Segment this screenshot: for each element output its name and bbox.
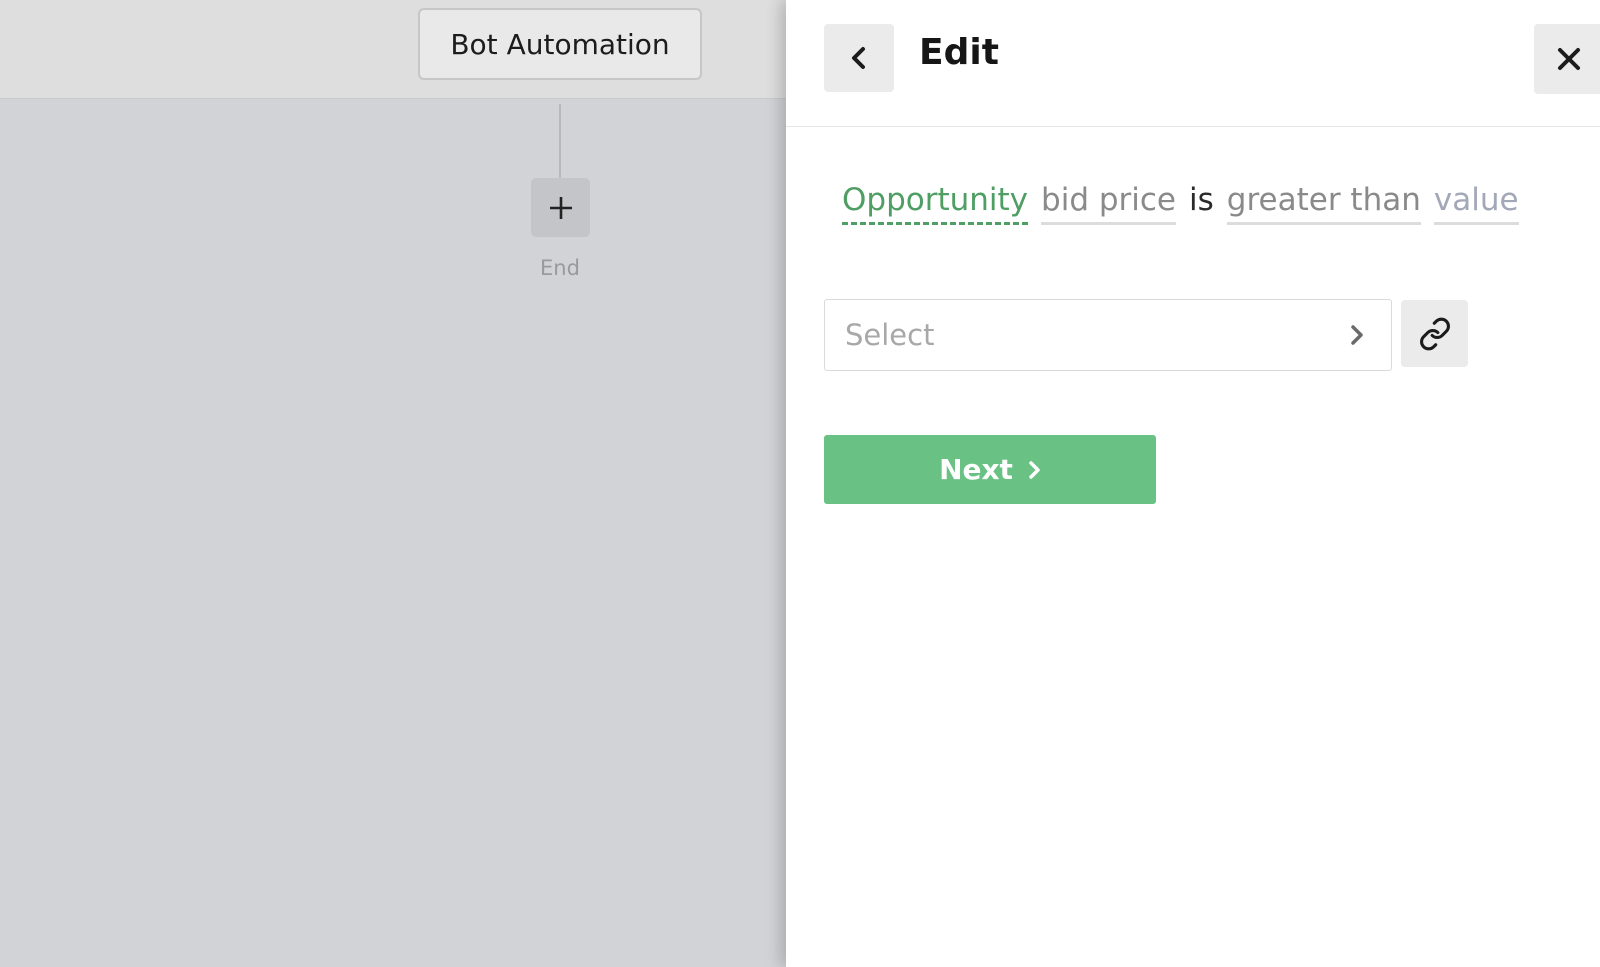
condition-operator: is — [1189, 182, 1214, 218]
edit-panel: Edit Opportunity bid price is greater th… — [786, 0, 1600, 967]
close-button[interactable] — [1534, 24, 1600, 94]
chevron-right-icon — [1027, 460, 1041, 480]
bot-automation-node[interactable]: Bot Automation — [418, 8, 702, 80]
end-label: End — [540, 256, 580, 280]
condition-field[interactable]: bid price — [1041, 182, 1177, 225]
panel-title: Edit — [919, 32, 999, 73]
flow-connector-line — [559, 104, 561, 178]
back-button[interactable] — [824, 24, 894, 92]
value-select[interactable]: Select — [824, 299, 1392, 371]
panel-header: Edit — [786, 0, 1600, 127]
condition-entity[interactable]: Opportunity — [842, 182, 1029, 225]
condition-comparison[interactable]: greater than — [1226, 182, 1421, 225]
chevron-left-icon — [852, 47, 865, 69]
bot-node-label: Bot Automation — [450, 27, 670, 61]
canvas-top-area: Bot Automation — [0, 0, 786, 99]
workflow-canvas: Bot Automation End — [0, 0, 786, 967]
condition-value[interactable]: value — [1433, 182, 1519, 225]
next-button-label: Next — [939, 453, 1013, 486]
close-icon — [1558, 48, 1580, 70]
link-value-button[interactable] — [1401, 300, 1468, 367]
plus-icon — [549, 196, 572, 219]
link-icon — [1419, 317, 1450, 350]
select-placeholder: Select — [845, 318, 935, 352]
next-button[interactable]: Next — [824, 435, 1156, 504]
add-step-button[interactable] — [531, 178, 590, 237]
condition-sentence: Opportunity bid price is greater than va… — [842, 182, 1519, 225]
chevron-right-icon — [1337, 315, 1377, 355]
